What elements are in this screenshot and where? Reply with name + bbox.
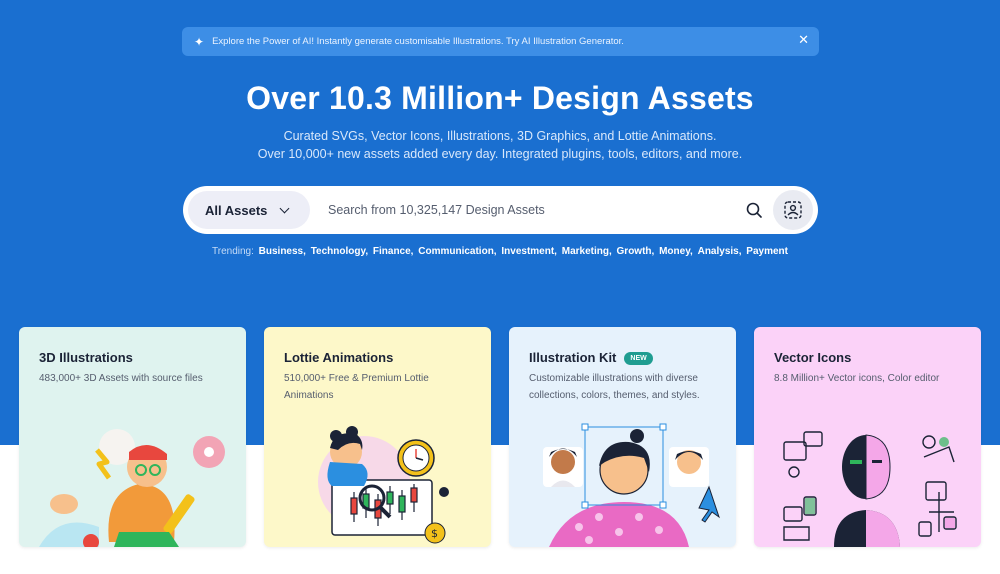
search-input[interactable] <box>328 203 728 217</box>
trending-tag[interactable]: Growth, <box>617 246 655 257</box>
card-lottie-animations[interactable]: Lottie Animations 510,000+ Free & Premiu… <box>264 327 491 547</box>
hero-subtitle-1: Curated SVGs, Vector Icons, Illustration… <box>283 129 717 143</box>
trending-tag[interactable]: Marketing, <box>562 246 612 257</box>
trending-tag[interactable]: Business, <box>259 246 306 257</box>
trending-tag[interactable]: Communication, <box>418 246 496 257</box>
card-description: 8.8 Million+ Vector icons, Color editor <box>774 373 940 384</box>
vector-icons-image <box>783 431 957 547</box>
trending-tag[interactable]: Money, <box>659 246 693 257</box>
3d-illustration-image <box>39 429 225 547</box>
chevron-down-icon <box>279 203 290 213</box>
card-description: Customizable illustrations with diverse … <box>529 373 700 401</box>
card-vector-icons[interactable]: Vector Icons 8.8 Million+ Vector icons, … <box>754 327 981 547</box>
lottie-animation-image: $ <box>318 426 449 544</box>
trending-tag[interactable]: Technology, <box>311 246 368 257</box>
card-title: Illustration Kit NEW <box>529 350 653 365</box>
image-search-button[interactable] <box>773 190 813 230</box>
card-illustration-kit[interactable]: Illustration Kit NEW Customizable illustr… <box>509 327 736 547</box>
trending-tag[interactable]: Analysis, <box>698 246 742 257</box>
card-3d-illustrations[interactable]: 3D Illustrations 483,000+ 3D Assets with… <box>19 327 246 547</box>
card-title-text: Illustration Kit <box>529 350 617 365</box>
card-description: 483,000+ 3D Assets with source files <box>39 373 203 384</box>
hero-subtitle-2: Over 10,000+ new assets added every day.… <box>257 147 743 161</box>
trending-tag[interactable]: Payment <box>746 246 788 257</box>
svg-text:$: $ <box>431 527 438 540</box>
trending-tag[interactable]: Investment, <box>501 246 557 257</box>
asset-type-dropdown[interactable]: All Assets <box>188 191 310 229</box>
asset-type-label: All Assets <box>205 202 268 218</box>
illustration-kit-image <box>543 423 720 547</box>
card-title: 3D Illustrations <box>39 350 133 365</box>
search-icon[interactable] <box>746 202 762 218</box>
sparkle-icon: ✦ <box>194 34 205 49</box>
image-search-icon <box>784 201 802 219</box>
search-bar: All Assets <box>183 186 818 234</box>
banner-text: Explore the Power of AI! Instantly gener… <box>212 36 624 47</box>
trending-label: Trending: <box>212 246 254 257</box>
trending-tag[interactable]: Finance, <box>373 246 414 257</box>
page-title: Over 10.3 Million+ Design Assets <box>246 80 754 116</box>
card-description: 510,000+ Free & Premium Lottie Animation… <box>284 373 429 401</box>
card-title: Lottie Animations <box>284 350 394 365</box>
trending-tags: Trending: Business, Technology, Finance,… <box>0 246 1000 257</box>
ai-promo-banner[interactable]: ✦ Explore the Power of AI! Instantly gen… <box>182 27 819 56</box>
close-icon[interactable]: ✕ <box>798 33 809 46</box>
category-cards: 3D Illustrations 483,000+ 3D Assets with… <box>19 327 983 547</box>
new-badge: NEW <box>624 352 653 365</box>
card-title: Vector Icons <box>774 350 852 365</box>
